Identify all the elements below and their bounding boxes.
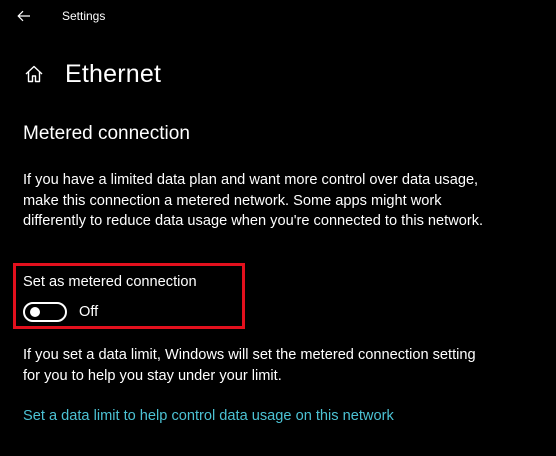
page-title: Ethernet [65,59,162,88]
set-data-limit-link[interactable]: Set a data limit to help control data us… [23,408,394,424]
toggle-switch-knob [30,307,40,317]
metered-toggle-label: Set as metered connection [23,274,197,290]
back-button[interactable] [10,4,38,28]
metered-connection-toggle[interactable]: Off [23,302,98,322]
app-title: Settings [62,9,106,23]
back-arrow-icon [17,10,30,22]
section-title: Metered connection [23,123,190,144]
settings-window: Settings Ethernet Metered connection If … [0,0,556,456]
metered-description: If you have a limited data plan and want… [23,172,484,230]
data-limit-info-text: If you set a data limit, Windows will se… [23,347,476,384]
home-button[interactable] [22,62,46,86]
page-header: Ethernet [22,56,161,92]
title-bar: Settings [0,0,556,32]
home-icon [25,65,43,83]
toggle-switch-track[interactable] [23,302,67,322]
toggle-state-label: Off [79,304,99,320]
